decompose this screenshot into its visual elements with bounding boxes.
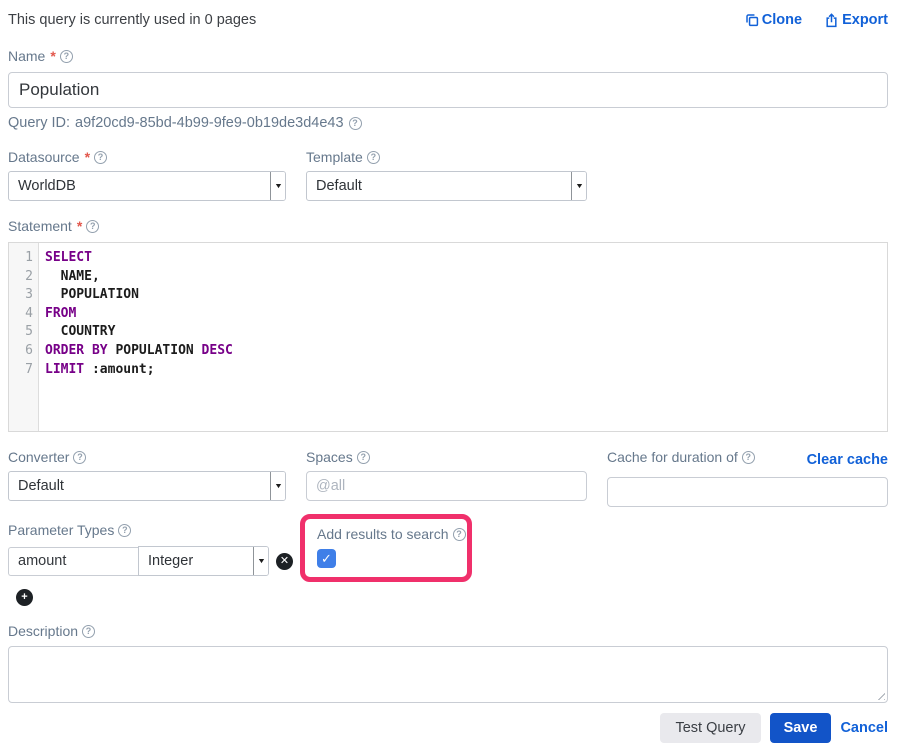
converter-row: Converter ? Default ▼ Spaces ? Cache for… (8, 449, 888, 507)
editor-gutter: 1234567 (9, 243, 39, 431)
export-label: Export (842, 12, 888, 28)
required-marker: * (50, 48, 55, 64)
template-label: Template ? (306, 149, 587, 165)
clone-label: Clone (762, 12, 802, 28)
code-line[interactable]: COUNTRY (45, 323, 887, 342)
chevron-down-icon: ▼ (270, 472, 285, 500)
parameter-type-select[interactable]: Integer ▼ (138, 546, 269, 576)
spaces-label: Spaces ? (306, 449, 587, 465)
footer-actions: Test Query Save Cancel (8, 713, 888, 743)
datasource-label: Datasource* ? (8, 149, 286, 165)
chevron-down-icon: ▼ (270, 172, 285, 200)
annotation-highlight-box: Add results to search ? ✓ (300, 514, 472, 582)
line-number: 2 (9, 268, 33, 287)
remove-parameter-button[interactable]: ✕ (276, 553, 293, 570)
datasource-selected-value: WorldDB (9, 172, 270, 200)
template-selected-value: Default (307, 172, 571, 200)
datasource-template-row: Datasource* ? WorldDB ▼ Template ? Defau… (8, 149, 888, 201)
line-number: 4 (9, 305, 33, 324)
spaces-input[interactable] (306, 471, 587, 501)
code-line[interactable]: NAME, (45, 268, 887, 287)
line-number: 6 (9, 342, 33, 361)
parameters-section: Parameter Types ? Integer ▼ ✕ + Add resu… (8, 514, 888, 606)
code-line[interactable]: ORDER BY POPULATION DESC (45, 342, 887, 361)
converter-label: Converter ? (8, 449, 286, 465)
description-textarea[interactable] (8, 646, 888, 703)
parameter-types-label: Parameter Types ? (8, 522, 300, 538)
usage-text: This query is currently used in 0 pages (8, 12, 256, 28)
help-icon[interactable]: ? (349, 117, 362, 130)
clear-cache-button[interactable]: Clear cache (807, 452, 888, 468)
code-line[interactable]: FROM (45, 305, 887, 324)
chevron-down-icon: ▼ (571, 172, 586, 200)
help-icon[interactable]: ? (357, 451, 370, 464)
parameter-row: Integer ▼ ✕ (8, 546, 300, 576)
clone-button[interactable]: Clone (745, 12, 802, 28)
cache-label-row: Cache for duration of ? Clear cache (607, 449, 888, 471)
query-editor-page: This query is currently used in 0 pages … (0, 0, 899, 743)
converter-selected-value: Default (9, 472, 270, 500)
topbar: This query is currently used in 0 pages … (8, 12, 888, 28)
code-line[interactable]: LIMIT :amount; (45, 361, 887, 380)
test-query-button[interactable]: Test Query (660, 713, 760, 743)
parameter-name-input[interactable] (8, 547, 138, 576)
help-icon[interactable]: ? (94, 151, 107, 164)
help-icon[interactable]: ? (453, 528, 466, 541)
add-parameter-button[interactable]: + (16, 589, 33, 606)
datasource-select[interactable]: WorldDB ▼ (8, 171, 286, 201)
copy-icon (745, 13, 759, 27)
help-icon[interactable]: ? (60, 50, 73, 63)
line-number: 1 (9, 249, 33, 268)
close-icon: ✕ (280, 556, 289, 567)
code-line[interactable]: POPULATION (45, 286, 887, 305)
plus-icon: + (21, 592, 27, 603)
cancel-button[interactable]: Cancel (840, 720, 888, 736)
help-icon[interactable]: ? (86, 220, 99, 233)
required-marker: * (77, 218, 82, 234)
cache-label: Cache for duration of ? (607, 449, 755, 465)
description-label: Description ? (8, 623, 888, 639)
line-number: 3 (9, 286, 33, 305)
editor-code[interactable]: SELECT NAME, POPULATIONFROM COUNTRYORDER… (39, 243, 887, 431)
name-label: Name* ? (8, 48, 888, 64)
line-number: 7 (9, 361, 33, 380)
help-icon[interactable]: ? (118, 524, 131, 537)
name-input[interactable] (8, 72, 888, 108)
help-icon[interactable]: ? (73, 451, 86, 464)
chevron-down-icon: ▼ (253, 547, 268, 575)
template-select[interactable]: Default ▼ (306, 171, 587, 201)
query-id-value: a9f20cd9-85bd-4b99-9fe9-0b19de3d4e43 (75, 115, 343, 131)
help-icon[interactable]: ? (367, 151, 380, 164)
statement-label: Statement* ? (8, 218, 888, 234)
description-wrap (8, 646, 888, 703)
parameter-type-selected-value: Integer (139, 547, 253, 575)
help-icon[interactable]: ? (82, 625, 95, 638)
sql-editor[interactable]: 1234567 SELECT NAME, POPULATIONFROM COUN… (8, 242, 888, 432)
save-button[interactable]: Save (770, 713, 832, 743)
export-button[interactable]: Export (824, 12, 888, 28)
query-id: Query ID: a9f20cd9-85bd-4b99-9fe9-0b19de… (8, 115, 888, 131)
converter-select[interactable]: Default ▼ (8, 471, 286, 501)
query-id-label: Query ID: (8, 115, 70, 131)
add-results-label: Add results to search ? (317, 526, 457, 542)
parameters-column: Parameter Types ? Integer ▼ ✕ + (8, 514, 300, 606)
share-up-icon (824, 13, 839, 28)
add-results-checkbox[interactable]: ✓ (317, 549, 336, 568)
required-marker: * (85, 149, 90, 165)
code-line[interactable]: SELECT (45, 249, 887, 268)
line-number: 5 (9, 323, 33, 342)
topbar-actions: Clone Export (745, 12, 888, 28)
help-icon[interactable]: ? (742, 451, 755, 464)
checkmark-icon: ✓ (321, 552, 332, 565)
cache-duration-input[interactable] (607, 477, 888, 507)
